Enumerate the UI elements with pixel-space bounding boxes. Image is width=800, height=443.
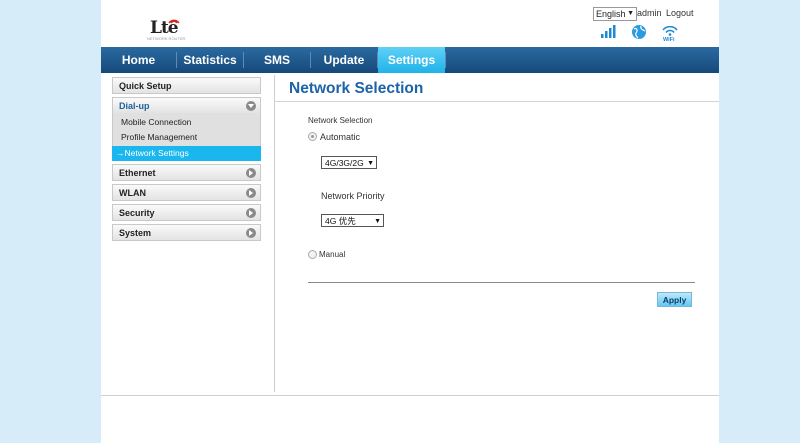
menu-system[interactable]: System: [112, 224, 261, 241]
network-priority-label: Network Priority: [321, 191, 385, 201]
chevron-down-icon: ▼: [627, 10, 634, 17]
content-divider: [274, 75, 275, 392]
menu-wlan[interactable]: WLAN: [112, 184, 261, 201]
submenu-network-settings[interactable]: →Network Settings: [112, 146, 261, 161]
menu-dialup[interactable]: Dial-up: [112, 97, 261, 114]
network-mode-value: 4G/3G/2G: [325, 158, 364, 168]
expand-icon: [246, 228, 256, 238]
globe-icon: [632, 25, 646, 39]
language-select[interactable]: English ▼: [593, 7, 637, 21]
expand-icon: [246, 208, 256, 218]
automatic-label: Automatic: [320, 132, 361, 142]
logout-link[interactable]: Logout: [666, 8, 694, 18]
menu-label: System: [119, 228, 152, 238]
network-priority-value: 4G 优先: [325, 216, 356, 226]
expand-icon: [246, 188, 256, 198]
network-mode-select[interactable]: 4G/3G/2G ▼: [321, 156, 377, 169]
nav-update[interactable]: Update: [311, 47, 377, 73]
nav-settings[interactable]: Settings: [378, 47, 445, 73]
language-value: English: [596, 9, 626, 19]
form-divider: [308, 282, 695, 283]
menu-label: Security: [119, 208, 155, 218]
menu-quick-setup[interactable]: Quick Setup: [112, 77, 261, 94]
svg-text:WiFi: WiFi: [663, 37, 675, 42]
footer-divider: [101, 395, 719, 396]
nav-home[interactable]: Home: [101, 47, 176, 73]
expand-icon: [246, 168, 256, 178]
menu-label: Ethernet: [119, 168, 156, 178]
nav-separator: [445, 52, 446, 68]
apply-button[interactable]: Apply: [657, 292, 692, 307]
title-divider: [275, 101, 719, 102]
menu-ethernet[interactable]: Ethernet: [112, 164, 261, 181]
chevron-down-icon: ▼: [374, 218, 381, 225]
manual-label: Manual: [319, 250, 346, 259]
menu-label: Quick Setup: [119, 81, 172, 91]
page-panel: Lte NETWORK ROUTER English ▼ admin Logou…: [101, 0, 719, 443]
chevron-down-icon: ▼: [367, 160, 374, 167]
lte-logo: Lte NETWORK ROUTER: [145, 12, 195, 41]
submenu-profile-management[interactable]: Profile Management: [121, 132, 197, 142]
page-title: Network Selection: [289, 80, 424, 97]
logo-text: Lte: [150, 18, 179, 38]
section-label: Network Selection: [308, 116, 373, 125]
menu-security[interactable]: Security: [112, 204, 261, 221]
automatic-radio[interactable]: [308, 132, 317, 141]
logo-subtitle: NETWORK ROUTER: [147, 36, 186, 41]
nav-statistics[interactable]: Statistics: [177, 47, 243, 73]
nav-sms[interactable]: SMS: [244, 47, 310, 73]
menu-label: WLAN: [119, 188, 146, 198]
wifi-icon: WiFi: [662, 25, 678, 42]
user-label: admin: [637, 8, 662, 18]
manual-radio[interactable]: [308, 250, 317, 259]
submenu-mobile-connection[interactable]: Mobile Connection: [121, 117, 191, 127]
signal-bars-icon: [601, 25, 616, 38]
menu-label: Dial-up: [119, 101, 150, 111]
main-nav: Home Statistics SMS Update Settings: [101, 47, 719, 73]
collapse-icon: [246, 101, 256, 111]
network-priority-select[interactable]: 4G 优先 ▼: [321, 214, 384, 227]
dialup-submenu: Mobile Connection Profile Management →Ne…: [112, 113, 261, 161]
